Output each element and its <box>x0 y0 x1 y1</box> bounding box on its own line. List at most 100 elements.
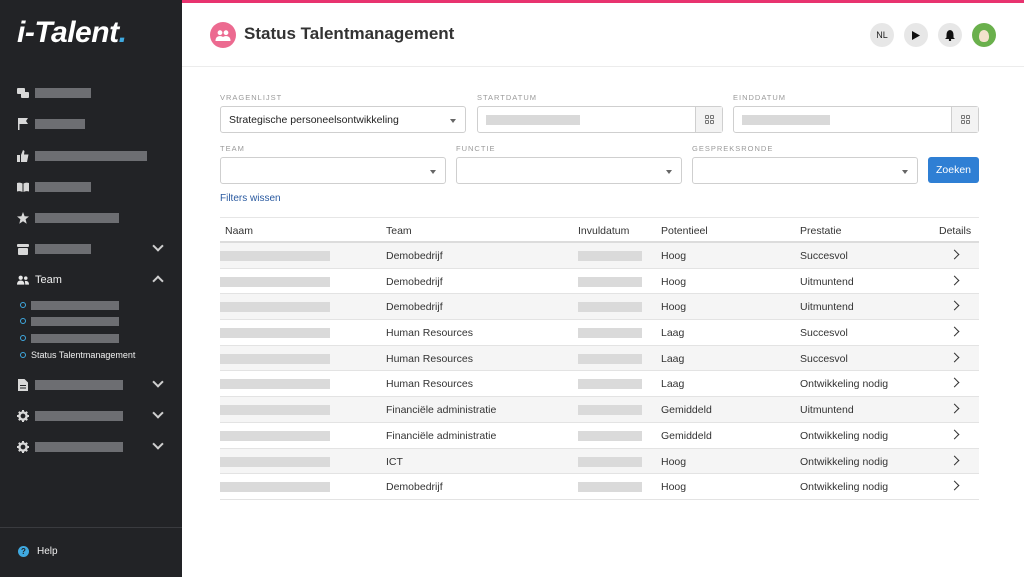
gespreksronde-select[interactable] <box>692 157 918 184</box>
sidebar-item-archive[interactable] <box>0 238 182 260</box>
table-row[interactable]: ICT Hoog Ontwikkeling nodig <box>220 448 979 475</box>
notifications-button[interactable] <box>938 23 962 47</box>
team-icon <box>17 274 29 286</box>
potentieel-cell: Laag <box>661 352 685 365</box>
calendar-button[interactable] <box>951 107 978 132</box>
calendar-button[interactable] <box>695 107 722 132</box>
bullet-icon <box>20 302 26 308</box>
calendar-icon <box>960 115 970 124</box>
naam-redacted <box>220 405 330 416</box>
caret-down-icon <box>902 170 908 174</box>
sidebar-item-documents[interactable] <box>0 374 182 396</box>
functie-select[interactable] <box>456 157 682 184</box>
sidebar-item-label-redacted <box>35 244 91 254</box>
invuldatum-redacted <box>578 302 642 313</box>
clear-filters-link[interactable]: Filters wissen <box>220 193 281 204</box>
column-header-potentieel[interactable]: Potentieel <box>661 225 708 237</box>
chevron-right-icon[interactable] <box>949 249 960 260</box>
table-row[interactable]: Demobedrijf Hoog Uitmuntend <box>220 294 979 321</box>
column-header-details: Details <box>939 225 972 237</box>
einddatum-field[interactable] <box>733 106 979 133</box>
drawer-icon <box>17 243 29 255</box>
sidebar-item-label-redacted <box>35 182 91 192</box>
naam-redacted <box>220 353 330 364</box>
vragenlijst-select[interactable]: Strategische personeelsontwikkeling <box>220 106 466 133</box>
team-select[interactable] <box>220 157 446 184</box>
potentieel-cell: Hoog <box>661 250 687 262</box>
column-header-team[interactable]: Team <box>386 225 412 237</box>
team-cell: Human Resources <box>386 352 473 365</box>
table-row[interactable]: Demobedrijf Hoog Uitmuntend <box>220 269 979 295</box>
logo[interactable]: i-Talent. <box>17 16 127 50</box>
invuldatum-redacted <box>578 456 642 467</box>
calendar-icon <box>704 115 714 124</box>
book-icon <box>17 181 29 193</box>
sidebar-item-admin[interactable] <box>0 436 182 458</box>
team-cell: Financiële administratie <box>386 429 497 442</box>
avatar[interactable] <box>972 23 996 47</box>
sidebar-item-goals[interactable] <box>0 113 182 135</box>
table-row[interactable]: Human Resources Laag Succesvol <box>220 320 979 346</box>
team-subitem[interactable] <box>20 314 119 328</box>
team-cell: Demobedrijf <box>386 481 443 494</box>
chevron-right-icon[interactable] <box>949 275 960 286</box>
sidebar-item-library[interactable] <box>0 176 182 198</box>
table-row[interactable]: Financiële administratie Gemiddeld Ontwikk… <box>220 423 979 449</box>
naam-redacted <box>220 430 330 441</box>
document-icon <box>17 379 29 391</box>
einddatum-label: EINDDATUM <box>733 93 787 102</box>
table-row[interactable]: Human Resources Laag Succesvol <box>220 345 979 372</box>
table-row[interactable]: Demobedrijf Hoog Ontwikkeling nodig <box>220 474 979 500</box>
column-header-prestatie[interactable]: Prestatie <box>800 225 841 237</box>
language-button[interactable]: NL <box>870 23 894 47</box>
chevron-right-icon[interactable] <box>949 352 960 363</box>
table-row[interactable]: Human Resources Laag Ontwikkeling nodig <box>220 371 979 398</box>
naam-redacted <box>220 276 330 287</box>
sidebar-divider <box>0 527 182 528</box>
sidebar-item-settings[interactable] <box>0 405 182 427</box>
bullet-icon <box>20 352 26 358</box>
thumbs-up-icon <box>17 150 29 162</box>
naam-redacted <box>220 379 330 390</box>
chevron-right-icon[interactable] <box>949 326 960 337</box>
chevron-right-icon[interactable] <box>949 429 960 440</box>
sidebar-item-label-redacted <box>35 442 123 452</box>
gear-icon <box>17 441 29 453</box>
team-subitem-status-talentmanagement[interactable]: Status Talentmanagement <box>20 348 135 362</box>
team-subitem[interactable] <box>20 298 119 312</box>
startdatum-value-redacted <box>486 115 580 125</box>
column-header-invuldatum[interactable]: Invuldatum <box>578 225 629 237</box>
prestatie-cell: Ontwikkeling nodig <box>800 429 889 442</box>
naam-redacted <box>220 482 330 493</box>
search-button[interactable]: Zoeken <box>928 157 979 183</box>
invuldatum-redacted <box>578 405 642 416</box>
chevron-right-icon[interactable] <box>949 300 960 311</box>
table-row[interactable]: Demobedrijf Hoog Succesvol <box>220 243 979 269</box>
potentieel-cell: Hoog <box>661 301 687 314</box>
help-link[interactable]: ? Help <box>18 546 58 557</box>
chevron-right-icon[interactable] <box>949 480 960 491</box>
chevron-right-icon[interactable] <box>949 455 960 465</box>
team-cell: ICT <box>386 455 403 468</box>
potentieel-cell: Gemiddeld <box>661 429 712 442</box>
chevron-right-icon[interactable] <box>949 403 960 414</box>
sidebar-item-compliments[interactable] <box>0 145 182 167</box>
sidebar-item-feedback[interactable] <box>0 82 182 104</box>
sidebar-item-team[interactable]: Team <box>0 269 182 291</box>
chevron-down-icon <box>152 438 164 450</box>
subitem-label-redacted <box>31 316 119 326</box>
prestatie-cell: Uitmuntend <box>800 301 854 314</box>
column-header-naam[interactable]: Naam <box>225 225 253 237</box>
play-button[interactable] <box>904 23 928 47</box>
potentieel-cell: Hoog <box>661 275 687 288</box>
invuldatum-redacted <box>578 251 642 261</box>
sidebar-item-label-redacted <box>35 213 119 223</box>
prestatie-cell: Succesvol <box>800 352 848 365</box>
sidebar-item-favorites[interactable] <box>0 207 182 229</box>
chevron-right-icon[interactable] <box>949 377 960 388</box>
gespreksronde-label: GESPREKSRONDE <box>692 144 774 153</box>
table-row[interactable]: Financiële administratie Gemiddeld Uitmunt… <box>220 397 979 423</box>
team-subitem[interactable] <box>20 331 119 345</box>
startdatum-field[interactable] <box>477 106 723 133</box>
team-cell: Demobedrijf <box>386 250 443 262</box>
